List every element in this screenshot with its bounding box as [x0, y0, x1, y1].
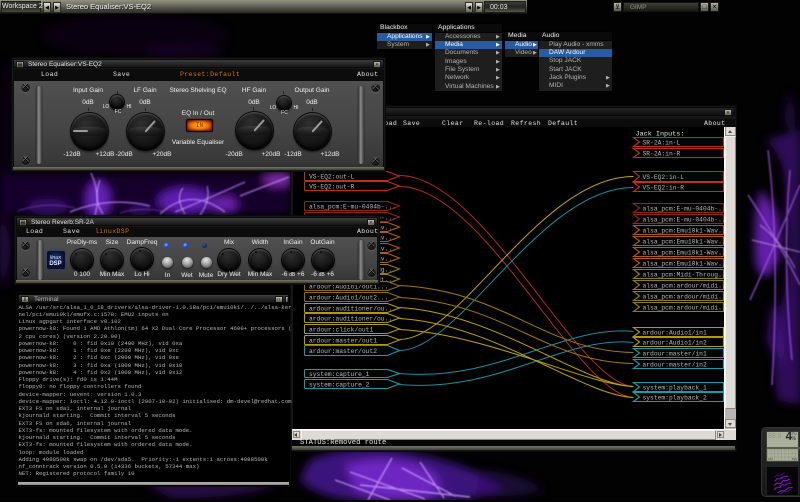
svg-text:alsa_pcm:Emu10k1-Wav...: alsa_pcm:Emu10k1-Wav...: [642, 227, 724, 234]
svg-text:alsa_pcm:Midi-Throug...: alsa_pcm:Midi-Throug...: [642, 271, 724, 278]
svg-text:ardour:Audio1/in2: ardour:Audio1/in2: [642, 339, 706, 346]
svg-text:ardour:Audio1/out2...: ardour:Audio1/out2...: [309, 294, 388, 301]
svg-text:ardour:Audio1/in1: ardour:Audio1/in1: [642, 329, 706, 336]
svg-text:alsa_pcm:ardour/midi...: alsa_pcm:ardour/midi...: [642, 304, 724, 311]
svg-text:VS-EQ2:in-R: VS-EQ2:in-R: [642, 184, 684, 191]
svg-text:alsa_pcm:E-mu-0404b-...: alsa_pcm:E-mu-0404b-...: [642, 216, 724, 223]
svg-text:system:playback_2: system:playback_2: [642, 394, 706, 401]
svg-text:ardour:master/out1: ardour:master/out1: [309, 337, 377, 344]
svg-text:VS-EQ2:out-L: VS-EQ2:out-L: [309, 173, 355, 180]
svg-text:SR-2A:in-R: SR-2A:in-R: [642, 150, 680, 157]
svg-text:system:capture_1: system:capture_1: [309, 371, 370, 378]
svg-text:alsa_pcm:Emu10k1-Wav...: alsa_pcm:Emu10k1-Wav...: [642, 249, 724, 256]
svg-text:alsa_pcm:ardour/midi...: alsa_pcm:ardour/midi...: [642, 282, 724, 289]
svg-text:ardour:master/in1: ardour:master/in1: [642, 350, 706, 357]
svg-text:ardour:master/in2: ardour:master/in2: [642, 361, 706, 368]
svg-text:alsa_pcm:E-mu-0404b-...: alsa_pcm:E-mu-0404b-...: [642, 205, 724, 212]
svg-text:VS-EQ2:in-L: VS-EQ2:in-L: [642, 174, 684, 181]
svg-text:alsa_pcm:ardour/midi...: alsa_pcm:ardour/midi...: [642, 293, 724, 300]
svg-text:SR-2A:in-L: SR-2A:in-L: [642, 139, 680, 146]
svg-text:system:playback_1: system:playback_1: [642, 384, 706, 391]
svg-text:alsa_pcm:E-mu-0404b-...: alsa_pcm:E-mu-0404b-...: [309, 203, 396, 210]
svg-text:VS-EQ2:out-R: VS-EQ2:out-R: [309, 183, 355, 190]
svg-text:ardour:click/out1: ardour:click/out1: [309, 326, 373, 333]
svg-text:alsa_pcm:Emu10k1-Wav...: alsa_pcm:Emu10k1-Wav...: [642, 238, 724, 245]
svg-text:ardour:auditioner/ou...: ardour:auditioner/ou...: [309, 315, 396, 322]
svg-text:ardour:master/out2: ardour:master/out2: [309, 348, 377, 355]
svg-text:ardour:auditioner/ou...: ardour:auditioner/ou...: [309, 305, 396, 312]
svg-text:alsa_pcm:Emu10k1-Wav...: alsa_pcm:Emu10k1-Wav...: [642, 260, 724, 267]
svg-text:system:capture_2: system:capture_2: [309, 381, 370, 388]
